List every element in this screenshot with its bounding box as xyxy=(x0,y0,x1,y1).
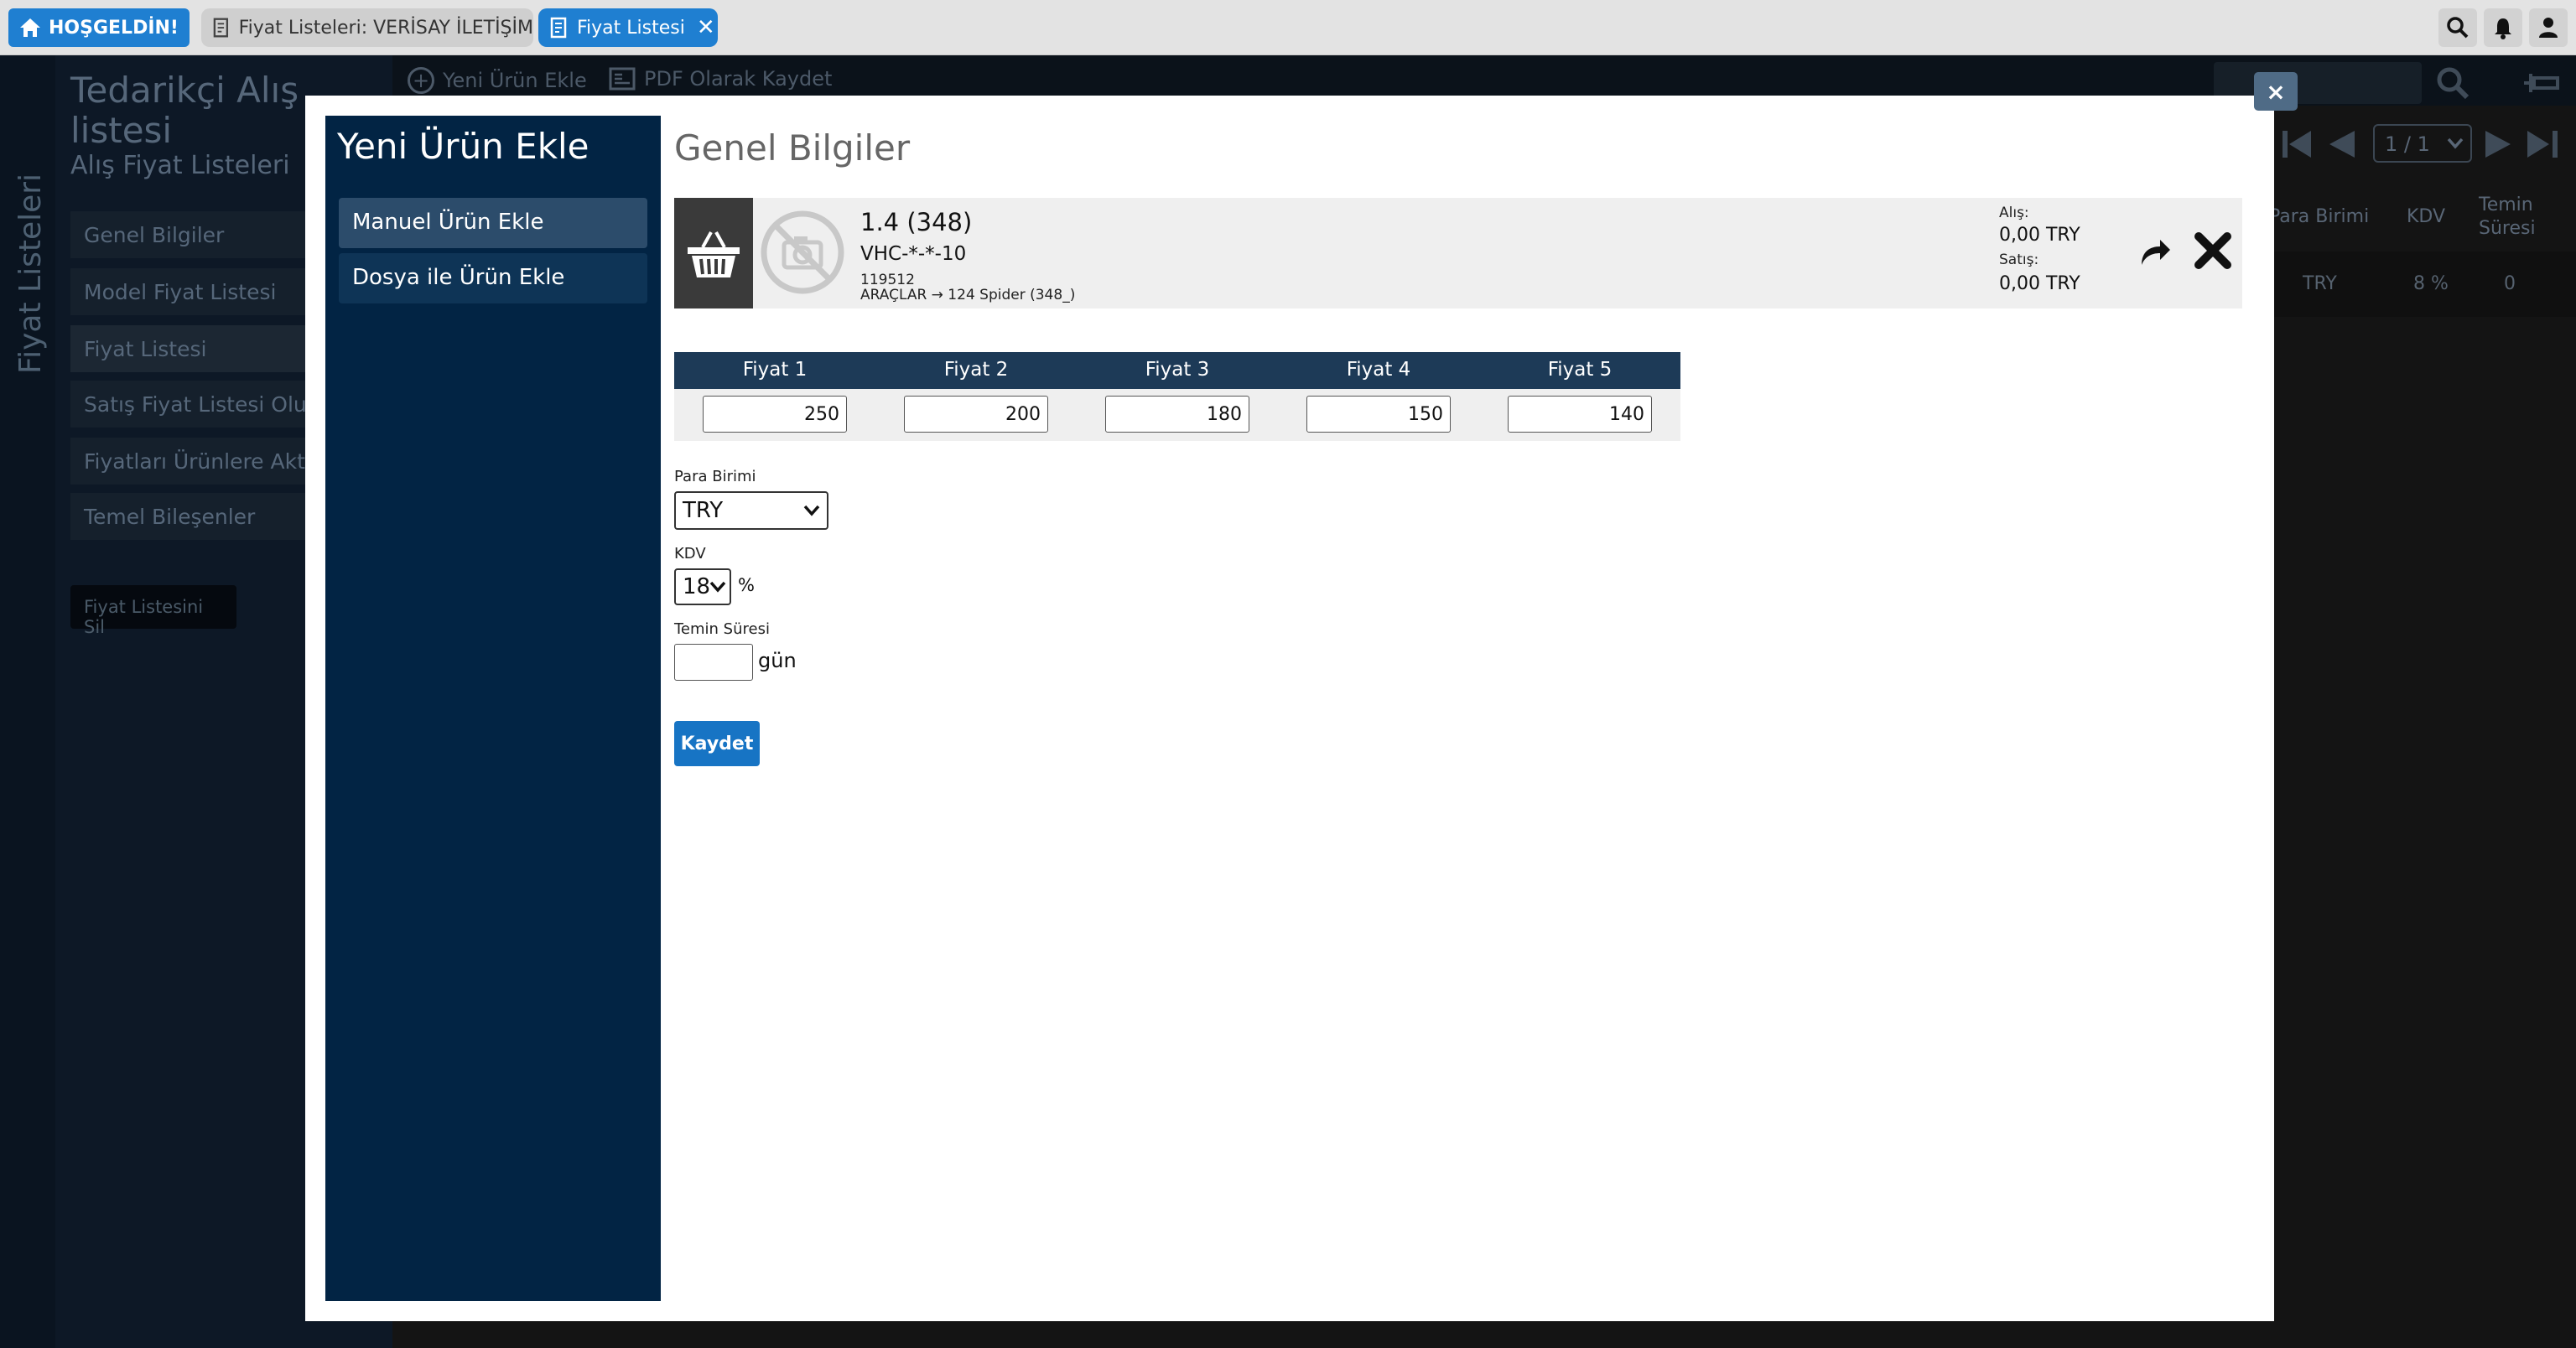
lead-time-input[interactable] xyxy=(674,644,753,681)
pdf-icon xyxy=(609,67,636,91)
bg-add-product-button[interactable]: + Yeni Ürün Ekle xyxy=(408,67,587,94)
price-1-input[interactable] xyxy=(703,396,847,433)
sell-price-value: 0,00 TRY xyxy=(1999,273,2080,294)
page-title: Tedarikçi Alış listesi xyxy=(70,70,299,151)
user-button[interactable] xyxy=(2529,8,2568,47)
page-selector[interactable]: 1 / 1 xyxy=(2373,124,2472,163)
document-icon xyxy=(550,17,567,39)
bg-menu-base-components[interactable]: Temel Bileşenler xyxy=(70,493,314,540)
product-category-path: ARAÇLAR → 124 Spider (348_) xyxy=(860,287,1076,303)
last-page-icon[interactable] xyxy=(2526,129,2559,159)
bg-menu-create-sales-list[interactable]: Satış Fiyat Listesi Oluş xyxy=(70,381,314,428)
no-image-icon-box xyxy=(758,208,847,297)
currency-label: Para Birimi xyxy=(674,468,756,485)
next-page-icon[interactable] xyxy=(2484,129,2514,159)
chevron-down-icon xyxy=(709,581,726,593)
column-header-currency[interactable]: Para Birimi xyxy=(2269,206,2369,228)
tab-home[interactable]: HOŞGELDİN! xyxy=(8,8,190,47)
tab-price-lists[interactable]: Fiyat Listeleri: VERİSAY İLETİŞİM xyxy=(201,8,533,47)
tab-bar: HOŞGELDİN! Fiyat Listeleri: VERİSAY İLET… xyxy=(0,0,2576,55)
close-tab-icon[interactable]: ✕ xyxy=(697,15,715,40)
basket-icon-box xyxy=(674,198,753,308)
buy-price-value: 0,00 TRY xyxy=(1999,225,2080,246)
remove-product-icon[interactable] xyxy=(2192,230,2234,272)
bg-menu-transfer-prices[interactable]: Fiyatları Ürünlere Akta xyxy=(70,438,314,485)
page-selector-value: 1 / 1 xyxy=(2385,132,2430,156)
vat-select-value: 18 xyxy=(683,574,711,599)
search-icon xyxy=(2447,17,2469,39)
plus-circle-icon: + xyxy=(408,67,434,94)
lead-time-unit: gün xyxy=(758,649,797,672)
price-2-input[interactable] xyxy=(904,396,1048,433)
bg-add-product-label: Yeni Ürün Ekle xyxy=(443,69,587,92)
bell-icon xyxy=(2495,18,2511,39)
module-strip: Fiyat Listeleri xyxy=(0,55,55,1348)
column-header-lead-time-line1[interactable]: Temin xyxy=(2479,194,2533,216)
chevron-down-icon xyxy=(2447,137,2464,149)
column-header-vat[interactable]: KDV xyxy=(2407,206,2445,228)
product-name: 1.4 (348) xyxy=(860,208,973,236)
tab-home-label: HOŞGELDİN! xyxy=(49,17,179,39)
vat-select[interactable]: 18 xyxy=(674,568,731,605)
row-currency: TRY xyxy=(2303,273,2337,294)
tab-price-list-label: Fiyat Listesi xyxy=(577,17,685,39)
tab-price-list[interactable]: Fiyat Listesi ✕ xyxy=(538,8,718,47)
tab-price-lists-label: Fiyat Listeleri: VERİSAY İLETİŞİM xyxy=(238,17,533,39)
row-vat: 8 % xyxy=(2413,273,2449,294)
module-label: Fiyat Listeleri xyxy=(13,173,48,374)
delete-price-list-button[interactable]: Fiyat Listesini Sil xyxy=(70,585,236,637)
bg-save-pdf-label: PDF Olarak Kaydet xyxy=(644,67,833,91)
user-icon xyxy=(2539,18,2558,38)
bg-menu-price-list[interactable]: Fiyat Listesi xyxy=(70,325,314,372)
price-3-input[interactable] xyxy=(1105,396,1249,433)
bg-save-pdf-button[interactable]: PDF Olarak Kaydet xyxy=(609,67,832,91)
buy-price-label: Alış: xyxy=(1999,205,2029,221)
product-id: 119512 xyxy=(860,272,915,288)
price-header-5: Fiyat 5 xyxy=(1547,359,1613,381)
no-image-icon xyxy=(761,210,844,294)
search-button[interactable] xyxy=(2438,8,2477,47)
chevron-down-icon xyxy=(803,505,820,516)
page-subtitle: Alış Fiyat Listeleri xyxy=(70,151,290,180)
modal-close-button[interactable]: × xyxy=(2254,72,2298,111)
price-5-input[interactable] xyxy=(1508,396,1652,433)
save-button[interactable]: Kaydet xyxy=(674,721,760,766)
vat-label: KDV xyxy=(674,545,706,563)
modal-sidebar-title: Yeni Ürün Ekle xyxy=(337,126,589,167)
price-header-1: Fiyat 1 xyxy=(742,359,808,381)
file-add-item[interactable]: Dosya ile Ürün Ekle xyxy=(339,253,647,303)
home-icon xyxy=(20,18,40,37)
row-lead-time: 0 xyxy=(2504,273,2516,294)
basket-icon xyxy=(688,231,740,277)
manual-add-item[interactable]: Manuel Ürün Ekle xyxy=(339,198,647,248)
document-icon xyxy=(213,18,229,38)
product-code: VHC-*-*-10 xyxy=(860,243,967,265)
first-page-icon[interactable] xyxy=(2281,129,2314,159)
bg-search-icon[interactable] xyxy=(2435,65,2470,101)
price-header-2: Fiyat 2 xyxy=(943,359,1009,381)
section-heading: Genel Bilgiler xyxy=(674,127,911,168)
notifications-button[interactable] xyxy=(2484,8,2522,47)
sell-price-label: Satış: xyxy=(1999,251,2039,268)
share-icon[interactable] xyxy=(2138,235,2172,268)
currency-select[interactable]: TRY xyxy=(674,491,828,530)
currency-select-value: TRY xyxy=(683,498,724,523)
column-header-lead-time-line2: Süresi xyxy=(2479,218,2536,239)
price-header-4: Fiyat 4 xyxy=(1346,359,1411,381)
lead-time-label: Temin Süresi xyxy=(674,620,770,638)
price-header-3: Fiyat 3 xyxy=(1145,359,1210,381)
bg-menu-model-price-list[interactable]: Model Fiyat Listesi xyxy=(70,268,314,315)
bg-menu-general[interactable]: Genel Bilgiler xyxy=(70,211,314,258)
previous-page-icon[interactable] xyxy=(2326,129,2356,159)
vat-unit: % xyxy=(738,575,755,595)
pin-icon[interactable] xyxy=(2522,70,2561,96)
price-4-input[interactable] xyxy=(1306,396,1451,433)
